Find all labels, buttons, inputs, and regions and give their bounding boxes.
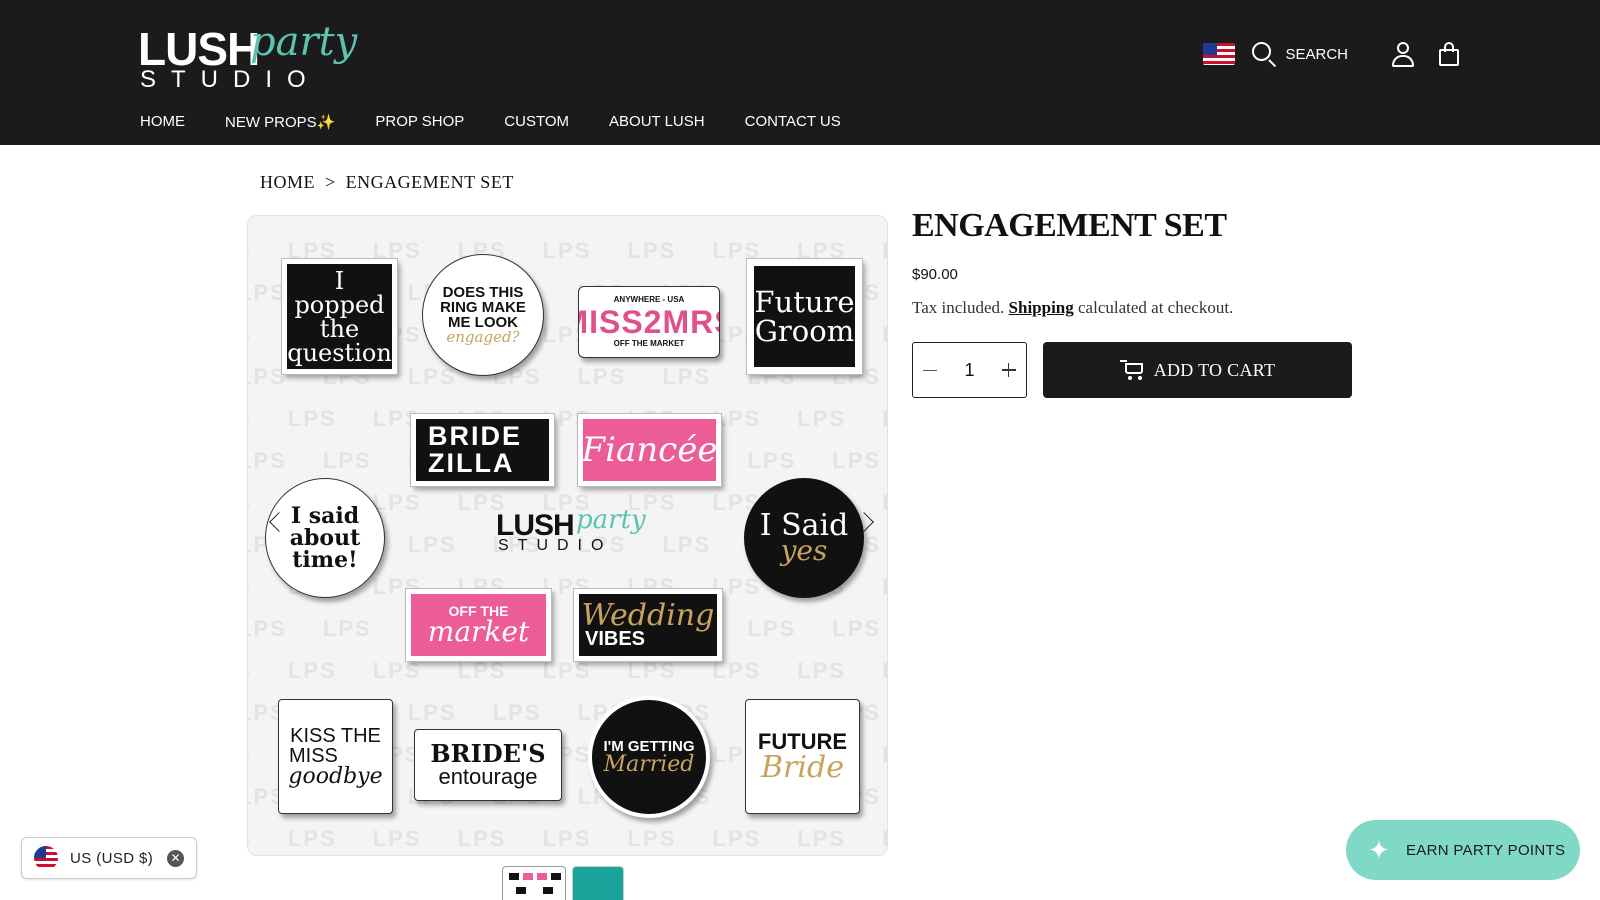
sign-wedding-vibes: Wedding VIBES [573, 588, 723, 662]
logo-studio-text: STUDIO [140, 66, 321, 93]
sign-future-bride: FUTURE Bride [745, 699, 860, 814]
sign-text: goodbye [288, 763, 383, 789]
thumbnail-1[interactable] [502, 866, 566, 900]
breadcrumb: HOME > ENGAGEMENT SET [260, 172, 514, 193]
cart-bag-icon[interactable] [1436, 40, 1462, 68]
sign-text: ZILLA [428, 448, 515, 478]
nav-contact-us[interactable]: CONTACT US [745, 113, 841, 131]
cart-icon [1119, 359, 1146, 381]
product-price: $90.00 [912, 266, 958, 283]
sign-text: engaged? [446, 328, 520, 346]
sign-text: MISS [289, 744, 338, 767]
sign-im-getting-married: I'M GETTING Married [588, 696, 710, 818]
search-label: SEARCH [1285, 45, 1348, 63]
sign-text: Future Groom [754, 284, 855, 348]
tax-prefix: Tax included. [912, 298, 1005, 317]
center-logo-studio: STUDIO [498, 537, 613, 554]
sign-text: I said about time! [289, 503, 361, 573]
sign-text: Married [603, 751, 695, 777]
watermark-row: LPS LPS LPS LPS LPS LPS LPS LPS LPS LPS … [248, 826, 887, 851]
sign-text: RING MAKE [440, 299, 526, 316]
currency-label: US (USD $) [70, 849, 154, 867]
watermark-row: LPS LPS LPS LPS LPS LPS LPS LPS LPS LPS … [248, 406, 887, 431]
sparkle-icon: ✦ [1368, 835, 1391, 865]
sign-text: Bride [761, 749, 844, 785]
account-icon[interactable] [1390, 40, 1416, 68]
sign-text: Wedding [581, 598, 715, 633]
nav-about-lush[interactable]: ABOUT LUSH [609, 113, 705, 131]
sign-does-this-ring: DOES THIS RING MAKE ME LOOK engaged? [422, 254, 544, 376]
sign-i-said-yes: I Said yes [744, 478, 864, 598]
sign-brides-entourage: BRIDE'S entourage [414, 729, 562, 801]
breadcrumb-separator-icon: > [325, 172, 336, 192]
us-flag-icon[interactable] [1203, 43, 1236, 65]
add-to-cart-button[interactable]: ADD TO CART [1043, 342, 1352, 398]
us-flag-icon [34, 846, 58, 870]
product-image-gallery[interactable]: LPS LPS LPS LPS LPS LPS LPS LPS LPS LPS … [247, 215, 888, 856]
breadcrumb-current: ENGAGEMENT SET [345, 172, 514, 192]
watermark-row: LPS LPS LPS LPS LPS LPS LPS LPS LPS LPS … [248, 616, 887, 641]
sign-text: I popped the question [287, 266, 392, 367]
sign-text: OFF THE MARKET [613, 339, 685, 348]
sign-text: Fiancée [581, 430, 718, 470]
center-logo: LUSH party STUDIO [496, 505, 656, 557]
watermark-row: LPS LPS LPS LPS LPS LPS LPS LPS LPS LPS … [248, 448, 887, 473]
sign-text: BRIDE [428, 421, 523, 451]
sign-text: ANYWHERE - USA [613, 295, 685, 304]
shipping-link[interactable]: Shipping [1009, 298, 1074, 317]
nav-home[interactable]: HOME [140, 113, 185, 131]
thumbnail-2[interactable] [572, 866, 624, 900]
sign-text: BRIDE'S [430, 739, 546, 768]
quantity-plus-icon[interactable] [1001, 363, 1016, 377]
sign-off-the-market: OFF THE market [405, 588, 552, 662]
sign-i-said-about-time: I said about time! [265, 478, 385, 598]
center-logo-party: party [576, 505, 646, 535]
lush-party-studio-logo[interactable]: LUSH party STUDIO [138, 19, 358, 94]
currency-selector[interactable]: US (USD $) ✕ [21, 837, 197, 879]
tax-suffix: calculated at checkout. [1078, 298, 1234, 317]
sign-bridezilla: BRIDE ZILLA [410, 413, 555, 487]
gallery-thumbnails [502, 866, 624, 900]
rewards-label: EARN PARTY POINTS [1406, 841, 1566, 859]
sign-fiancee: Fiancée [577, 413, 722, 487]
sign-future-groom: Future Groom [746, 258, 863, 375]
product-title: ENGAGEMENT SET [912, 207, 1227, 244]
sign-text: market [427, 615, 530, 648]
header-actions: SEARCH [1203, 40, 1462, 68]
sign-i-popped-the-question: I popped the question [281, 258, 398, 375]
add-to-cart-label: ADD TO CART [1153, 359, 1276, 380]
sign-text: MISS2MRS [579, 304, 719, 340]
breadcrumb-home[interactable]: HOME [260, 172, 315, 193]
quantity-minus-icon[interactable] [923, 369, 937, 371]
logo-party-text: party [250, 19, 358, 65]
quantity-input[interactable]: 1 [964, 360, 974, 381]
sign-kiss-the-miss-goodbye: KISS THE MISS goodbye [278, 699, 393, 814]
sign-text: VIBES [585, 628, 646, 650]
main-nav: HOME NEW PROPS✨ PROP SHOP CUSTOM ABOUT L… [140, 113, 881, 131]
sign-text: yes [780, 534, 828, 567]
quantity-stepper: 1 [912, 342, 1027, 398]
site-header: LUSH party STUDIO SEARCH HOME NEW PROPS✨… [0, 0, 1600, 145]
sign-text: DOES THIS [442, 284, 524, 301]
search-button[interactable]: SEARCH [1251, 41, 1348, 68]
watermark-row: LPS LPS LPS LPS LPS LPS LPS LPS LPS LPS … [248, 658, 887, 683]
sign-miss2mrs-plate: ANYWHERE - USA MISS2MRS OFF THE MARKET [578, 286, 720, 358]
tax-shipping-note: Tax included. Shipping calculated at che… [912, 298, 1233, 318]
sign-text: entourage [438, 764, 538, 789]
sign-text: KISS THE [290, 724, 381, 747]
nav-custom[interactable]: CUSTOM [504, 113, 569, 131]
nav-new-props[interactable]: NEW PROPS✨ [225, 113, 335, 131]
earn-party-points-button[interactable]: ✦ EARN PARTY POINTS [1346, 820, 1580, 880]
close-icon[interactable]: ✕ [167, 849, 184, 867]
nav-prop-shop[interactable]: PROP SHOP [375, 113, 464, 131]
search-icon [1251, 41, 1277, 68]
